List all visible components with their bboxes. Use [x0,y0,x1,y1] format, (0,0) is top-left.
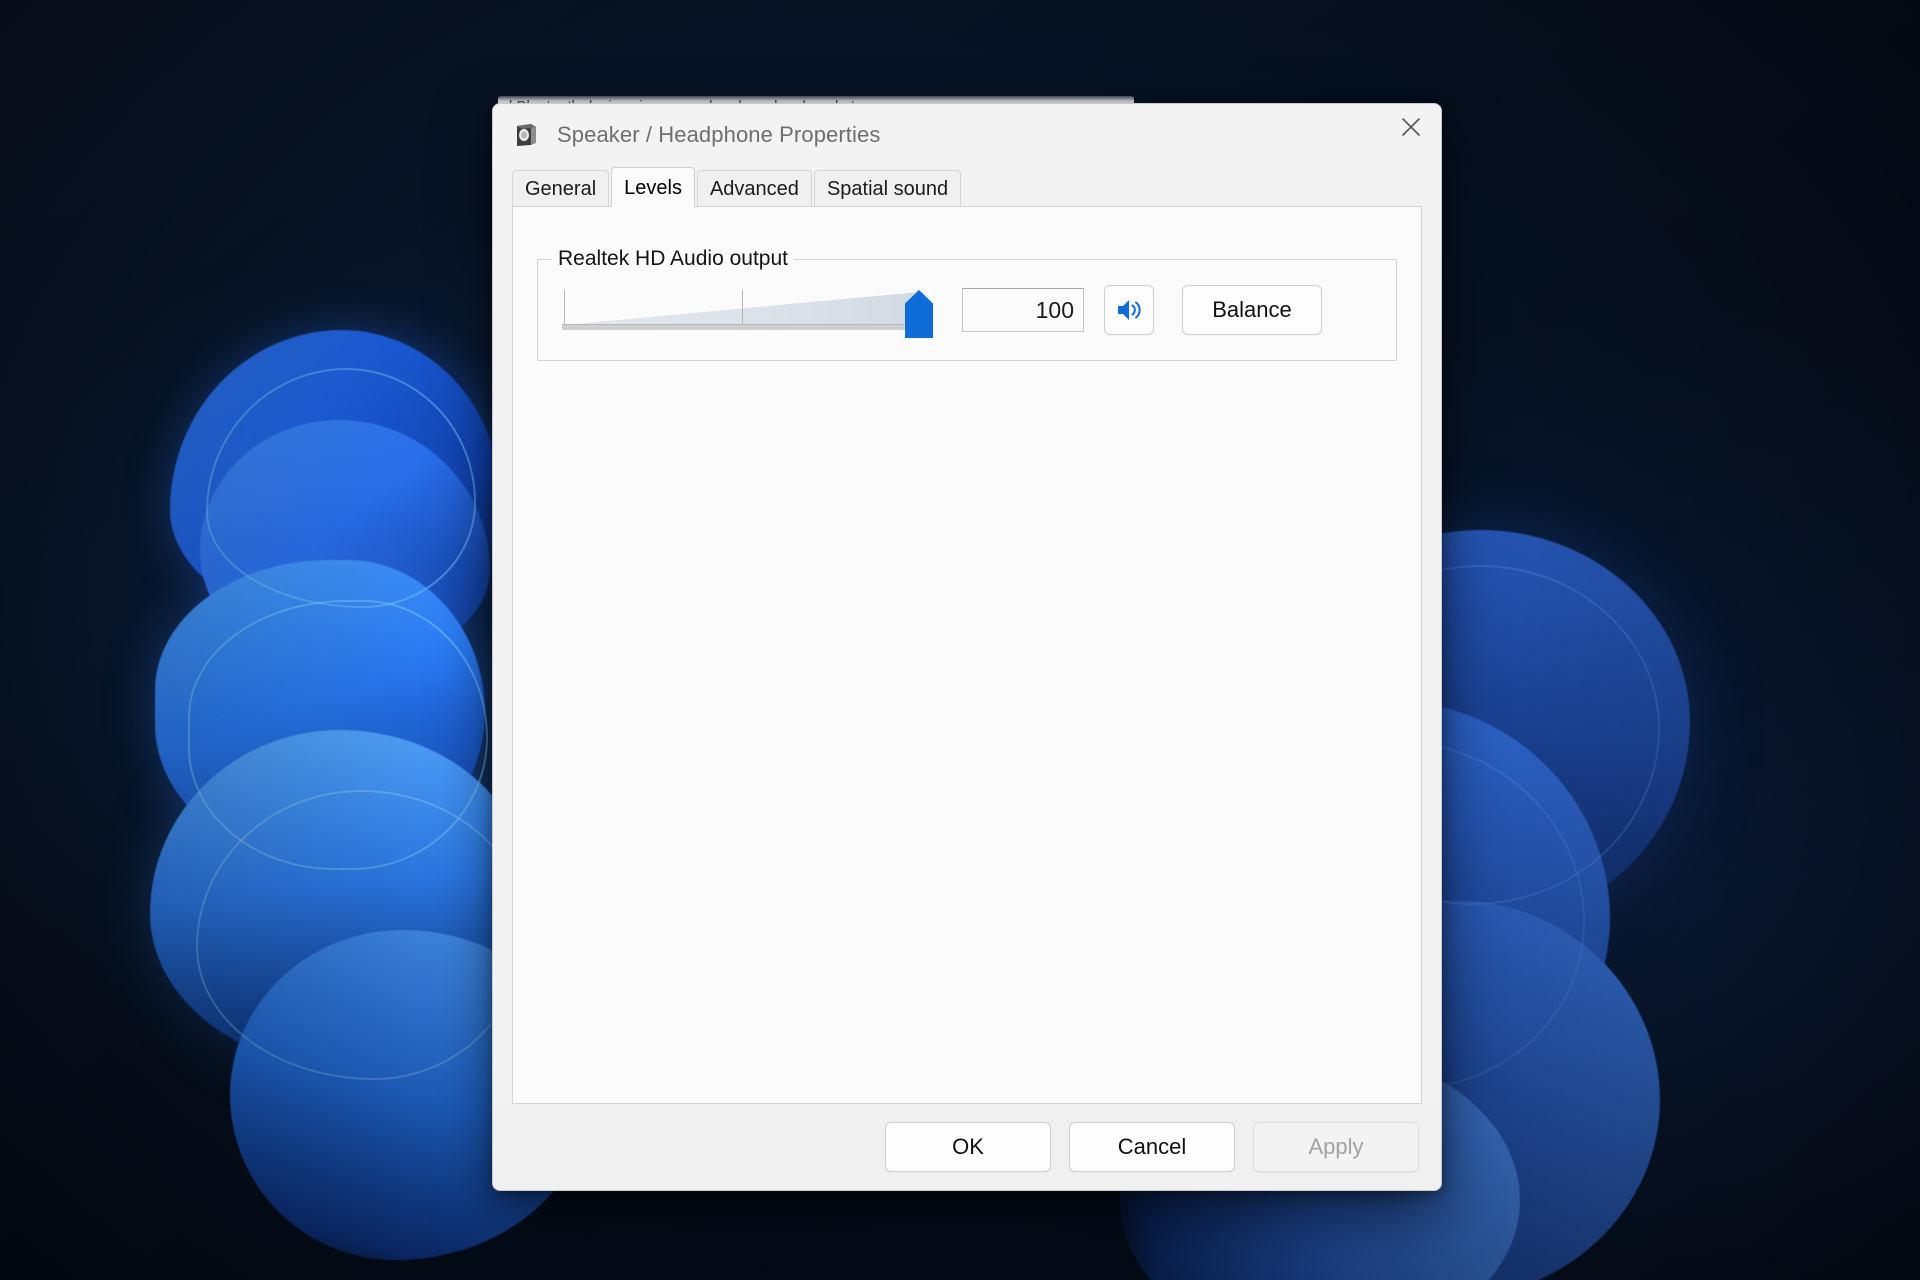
balance-button[interactable]: Balance [1182,285,1322,335]
slider-track [562,324,927,330]
volume-slider[interactable] [562,282,944,338]
tab-advanced-label: Advanced [709,177,799,200]
ok-button[interactable]: OK [885,1122,1051,1172]
audio-output-group-label: Realtek HD Audio output [552,247,794,271]
volume-value-input[interactable]: 100 [962,288,1084,332]
close-icon[interactable] [1381,104,1441,150]
tab-levels-label: Levels [624,176,682,199]
apply-button: Apply [1253,1122,1419,1172]
levels-tab-panel: Realtek HD Audio output 100 Balance [512,206,1422,1104]
tab-general[interactable]: General [512,170,610,206]
desktop: d Bluetooth devices is reserved and can … [0,0,1920,1280]
slider-tick-mid [742,290,743,326]
dialog-titlebar[interactable]: Speaker / Headphone Properties [493,104,1441,166]
dialog-footer: OK Cancel Apply [493,1104,1441,1190]
speaker-device-icon [513,122,539,148]
tab-spatial-sound-label: Spatial sound [826,177,949,200]
ok-button-label: OK [952,1134,984,1159]
balance-button-label: Balance [1212,297,1292,322]
audio-output-groupbox: Realtek HD Audio output 100 Balance [537,247,1397,361]
cancel-button[interactable]: Cancel [1069,1122,1235,1172]
slider-tick-min [564,290,565,326]
dialog-title: Speaker / Headphone Properties [557,122,881,147]
volume-control-row: 100 Balance [562,274,1382,346]
speaker-volume-icon[interactable] [1104,285,1154,335]
volume-value-text: 100 [1035,296,1074,323]
apply-button-label: Apply [1308,1134,1364,1159]
speaker-headphone-properties-dialog: Speaker / Headphone Properties General L… [492,103,1442,1191]
tab-spatial-sound[interactable]: Spatial sound [813,170,962,206]
dialog-tabstrip: General Levels Advanced Spatial sound [493,166,1441,207]
tab-advanced[interactable]: Advanced [696,170,812,206]
tab-general-label: General [525,177,597,200]
tab-levels[interactable]: Levels [611,167,695,207]
cancel-button-label: Cancel [1117,1134,1187,1159]
